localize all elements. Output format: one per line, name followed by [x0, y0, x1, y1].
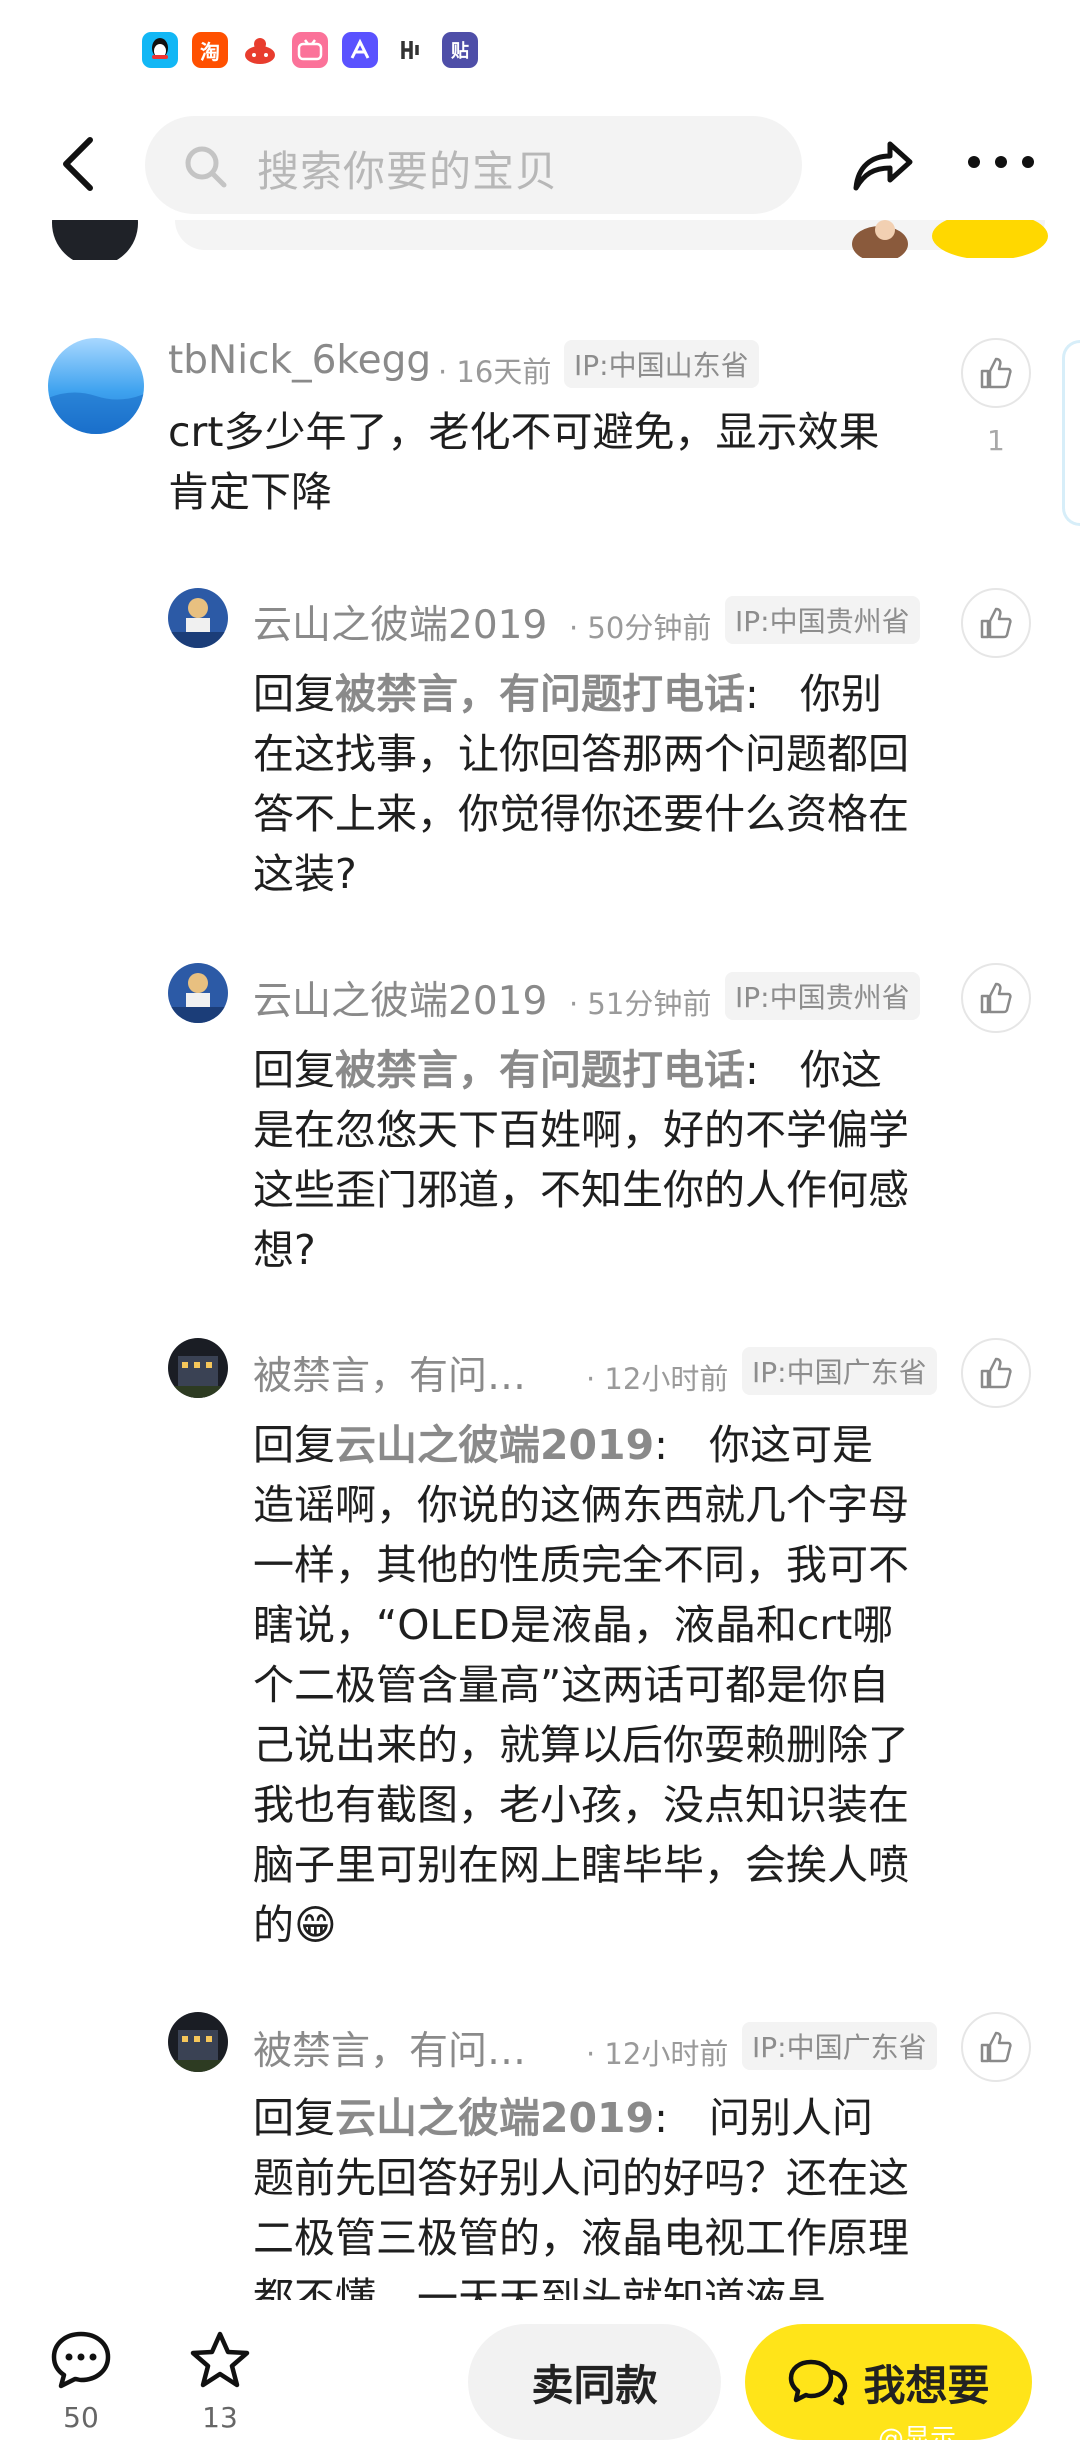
reply-prefix: 回复 — [253, 2094, 335, 2142]
back-arrow-icon — [63, 137, 93, 191]
want-label: 我想要 — [863, 2360, 990, 2410]
top-nav: 搜索你要的宝贝 — [0, 110, 1080, 220]
sell-same-label: 卖同款 — [531, 2360, 658, 2410]
username[interactable]: 被禁言，有问… — [253, 2020, 526, 2076]
dot-icon — [1022, 156, 1034, 168]
reply-target-user[interactable]: 云山之彼端2019 — [335, 2094, 654, 2142]
back-button[interactable] — [50, 132, 114, 196]
star-icon — [190, 2331, 250, 2388]
search-box[interactable]: 搜索你要的宝贝 — [145, 116, 802, 214]
search-icon — [185, 146, 227, 188]
chat-icon — [789, 2359, 848, 2406]
comment-time: · 12小时前 — [586, 2037, 729, 2071]
thumbs-up-icon — [980, 2031, 1012, 2063]
favorite-count: 13 — [202, 2401, 238, 2434]
dot-icon — [968, 156, 980, 168]
search-placeholder: 搜索你要的宝贝 — [257, 147, 559, 196]
avatar[interactable] — [168, 2012, 228, 2072]
reply-item: 被禁言，有问… · 12小时前 IP:中国广东省 回复云山之彼端2019: 问别… — [0, 0, 1080, 2300]
favorite-button[interactable]: 13 — [175, 2329, 265, 2434]
dot-icon — [995, 156, 1007, 168]
ip-location-badge: IP:中国广东省 — [742, 2022, 937, 2070]
comment-count: 50 — [63, 2401, 99, 2434]
comment-bubble-icon — [51, 2331, 111, 2389]
watermark: @显示 — [878, 2424, 957, 2454]
share-icon — [853, 141, 913, 191]
share-button[interactable] — [850, 134, 914, 194]
sell-same-button[interactable]: 卖同款 — [468, 2324, 721, 2440]
comment-button[interactable]: 50 — [36, 2329, 126, 2434]
reply-text: 回复云山之彼端2019: 问别人问题前先回答好别人问的好吗？还在这二极管三极管的… — [253, 2088, 913, 2300]
more-options-button[interactable] — [968, 156, 1034, 172]
like-button[interactable] — [961, 2012, 1031, 2082]
